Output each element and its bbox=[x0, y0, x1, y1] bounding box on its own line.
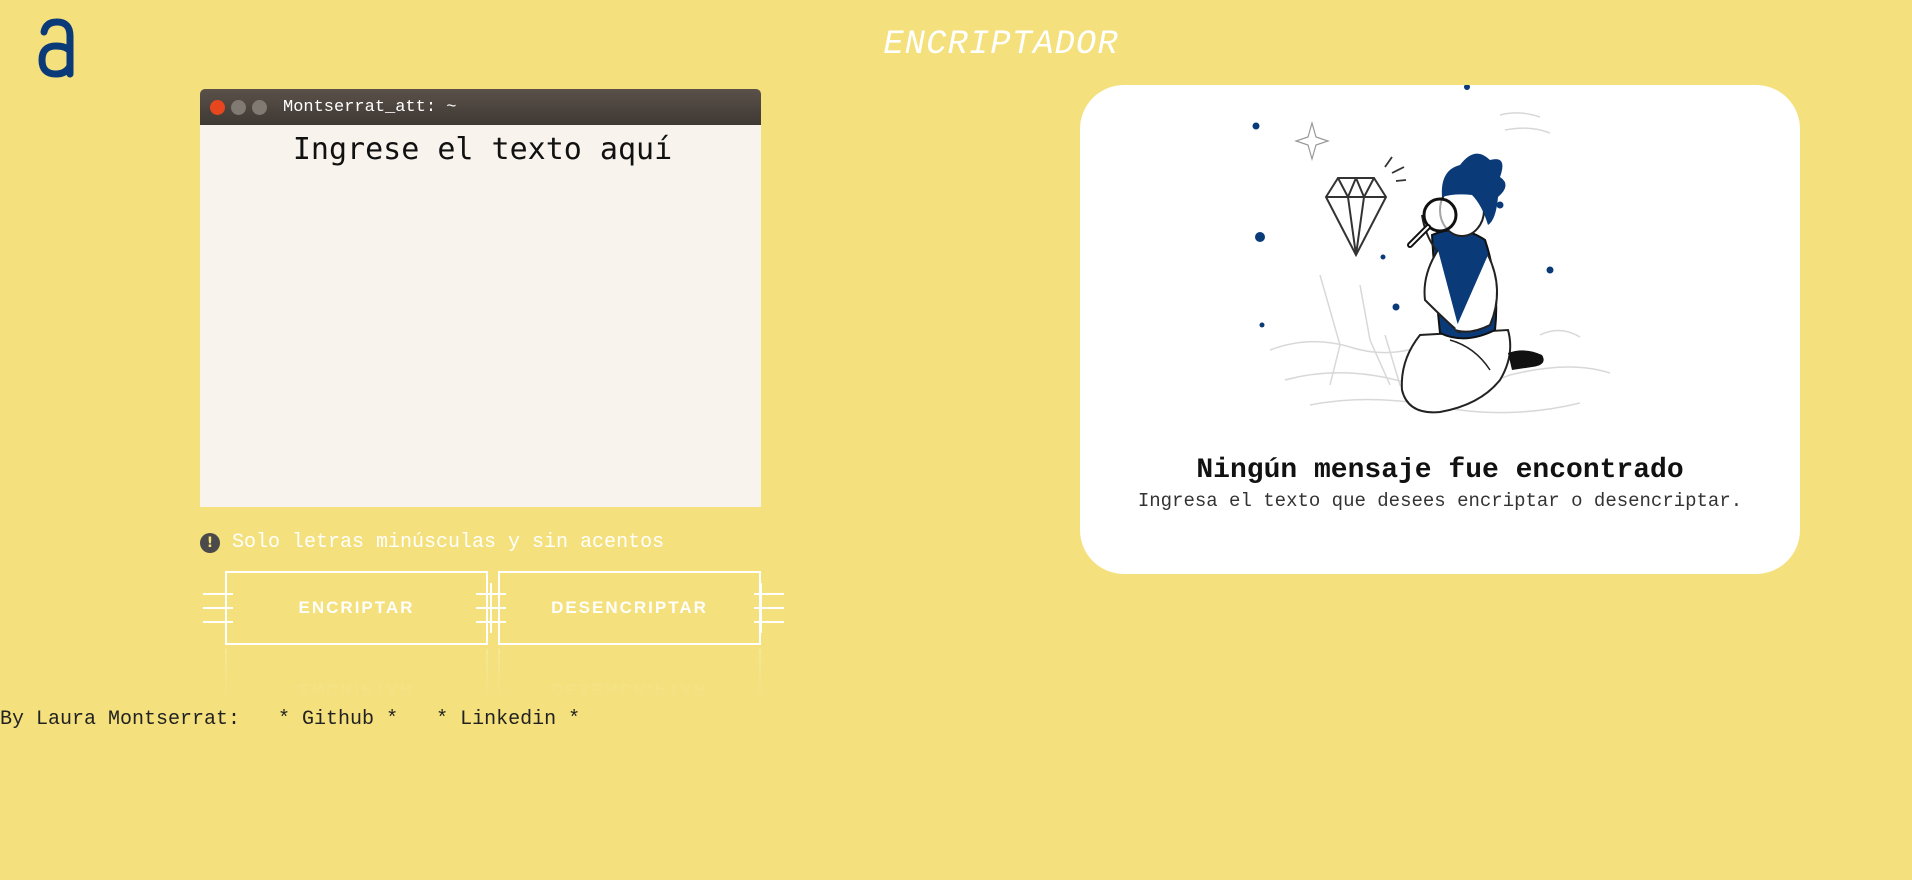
footer: By Laura Montserrat: * Github * * Linkedin… bbox=[0, 708, 580, 731]
output-subtitle: Ingresa el texto que desees encriptar o … bbox=[1137, 490, 1743, 512]
encrypt-button-reflection: ENCRIPTAR bbox=[225, 649, 488, 704]
output-card: Ningún mensaje fue encontrado Ingresa el… bbox=[1080, 85, 1800, 574]
linkedin-link[interactable]: * Linkedin * bbox=[436, 708, 580, 731]
middle-bracket-deco bbox=[476, 583, 506, 633]
left-bracket-deco bbox=[203, 583, 233, 633]
app-title: ENCRIPTADOR bbox=[0, 26, 1912, 64]
decrypt-button-group: DESENCRIPTAR DESENCRIPTAR bbox=[498, 571, 761, 704]
decrypt-button[interactable]: DESENCRIPTAR bbox=[498, 571, 761, 645]
right-bracket-deco bbox=[754, 583, 784, 633]
terminal-body bbox=[200, 125, 765, 507]
app-title-text: ENCRIPTADOR bbox=[883, 26, 1119, 64]
text-input[interactable] bbox=[200, 131, 765, 168]
footer-author: By Laura Montserrat: bbox=[0, 708, 241, 731]
close-dot-icon[interactable] bbox=[210, 99, 225, 115]
output-title: Ningún mensaje fue encontrado bbox=[1196, 455, 1684, 486]
terminal-title-bar: Montserrat_att: ~ bbox=[200, 89, 761, 125]
maximize-dot-icon[interactable] bbox=[252, 99, 267, 115]
github-link[interactable]: * Github * bbox=[278, 708, 398, 731]
exclamation-circle-icon: ! bbox=[200, 532, 220, 553]
person-with-magnifying-glass-illustration bbox=[1252, 85, 1611, 414]
input-hint: ! Solo letras minúsculas y sin acentos bbox=[200, 531, 664, 554]
terminal-title: Montserrat_att: ~ bbox=[283, 97, 457, 117]
input-terminal-window: Montserrat_att: ~ bbox=[200, 89, 765, 507]
encrypt-button-group: ENCRIPTAR ENCRIPTAR bbox=[225, 571, 488, 704]
decrypt-button-reflection: DESENCRIPTAR bbox=[498, 649, 761, 704]
hint-text: Solo letras minúsculas y sin acentos bbox=[232, 531, 665, 554]
minimize-dot-icon[interactable] bbox=[231, 99, 246, 115]
encrypt-button[interactable]: ENCRIPTAR bbox=[225, 571, 488, 645]
